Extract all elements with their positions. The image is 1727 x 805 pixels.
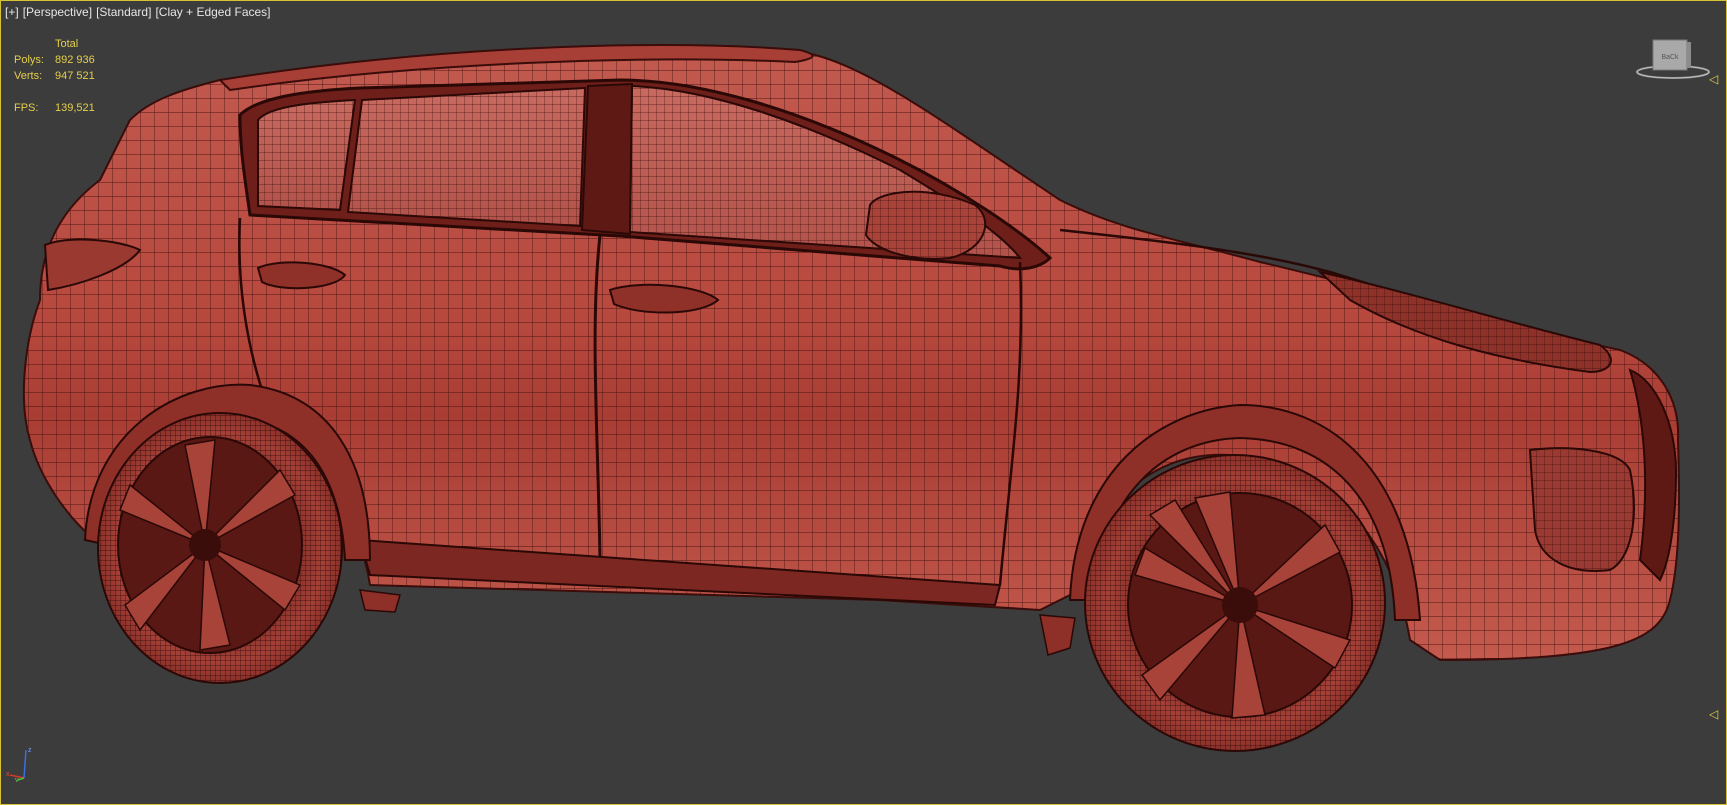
viewport-label-menu: [+] [Perspective] [Standard] [Clay + Edged …	[5, 5, 275, 19]
axis-tripod-gizmo: z x y	[6, 747, 32, 782]
front-wheel	[1084, 454, 1386, 752]
stats-polys-value: 892 936	[55, 54, 95, 66]
stats-polys-row: Polys: 892 936	[14, 52, 95, 68]
viewport-render-mode-menu[interactable]: [Clay + Edged Faces]	[155, 5, 270, 19]
stats-fps-row: FPS: 139,521	[14, 100, 95, 116]
stats-polys-label: Polys:	[14, 54, 44, 66]
axis-z-label: z	[28, 747, 32, 754]
rear-mudflap	[359, 589, 401, 613]
viewport-shading-menu[interactable]: [Standard]	[96, 5, 151, 19]
stats-fps-value: 139,521	[55, 102, 95, 114]
perspective-viewport[interactable]: [+] [Perspective] [Standard] [Clay + Edged …	[0, 0, 1727, 805]
stats-fps-label: FPS:	[14, 102, 39, 114]
axis-y-label: y	[15, 777, 19, 782]
front-mudflap	[1039, 614, 1076, 656]
scene-statistics: Total Polys: 892 936 Verts: 947 521 FPS:…	[14, 36, 95, 116]
viewport-resize-arrow-top[interactable]: ◁	[1709, 72, 1718, 86]
viewcube[interactable]: BaCk	[1633, 38, 1713, 82]
stats-verts-value: 947 521	[55, 70, 95, 82]
viewport-general-menu[interactable]: [+]	[5, 5, 19, 19]
viewport-point-of-view-menu[interactable]: [Perspective]	[23, 5, 92, 19]
stats-verts-row: Verts: 947 521	[14, 68, 95, 84]
axis-z-line	[23, 749, 27, 779]
viewcube-face-label: BaCk	[1661, 54, 1679, 61]
rear-wheel	[97, 412, 343, 684]
axis-x-label: x	[6, 771, 10, 778]
stats-verts-label: Verts:	[14, 70, 43, 82]
axis-y-line	[17, 777, 25, 781]
b-pillar	[580, 82, 634, 236]
viewport-resize-arrow-bottom[interactable]: ◁	[1709, 707, 1718, 721]
car-clay-model[interactable]	[0, 0, 1727, 805]
stats-header: Total	[55, 38, 79, 50]
